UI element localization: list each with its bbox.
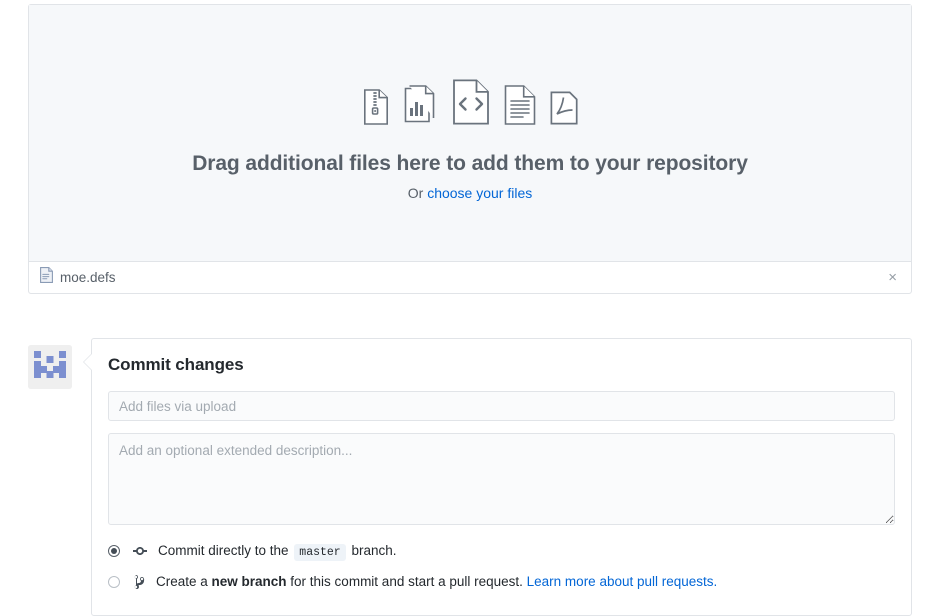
- commit-changes-area: Commit changes Commit directly to the ma…: [28, 338, 912, 616]
- uploaded-file-name: moe.defs: [60, 270, 116, 286]
- git-branch-icon: [132, 572, 146, 592]
- commit-target-options: Commit directly to the master branch. Cr…: [108, 541, 895, 592]
- dropzone-title: Drag additional files here to add them t…: [192, 152, 748, 175]
- commit-panel: Commit changes Commit directly to the ma…: [83, 338, 912, 616]
- remove-file-icon[interactable]: ×: [884, 267, 901, 288]
- branch-name-badge: master: [294, 544, 346, 561]
- create-branch-text-after: for this commit and start a pull request…: [286, 574, 527, 589]
- text-file-icon: [504, 85, 536, 125]
- option-create-branch-label: Create a new branch for this commit and …: [156, 572, 895, 592]
- chart-file-icon: [404, 85, 438, 125]
- pull-requests-learn-more-link[interactable]: Learn more about pull requests.: [527, 574, 718, 589]
- git-commit-icon: [132, 541, 148, 561]
- option-create-branch[interactable]: Create a new branch for this commit and …: [108, 572, 895, 592]
- pdf-file-icon: [550, 91, 578, 125]
- radio-create-branch[interactable]: [108, 576, 120, 588]
- commit-directly-text-after: branch.: [347, 543, 397, 558]
- choose-files-link[interactable]: choose your files: [427, 185, 532, 201]
- radio-commit-directly[interactable]: [108, 545, 120, 557]
- commit-directly-text-before: Commit directly to the: [158, 543, 293, 558]
- commit-description-textarea[interactable]: [108, 433, 895, 525]
- file-icon: [40, 267, 53, 288]
- commit-summary-input[interactable]: [108, 391, 895, 421]
- zip-file-icon: [362, 89, 390, 125]
- uploaded-file-row: moe.defs ×: [29, 262, 911, 294]
- file-dropzone[interactable]: Drag additional files here to add them t…: [29, 5, 911, 263]
- create-branch-text-before: Create a: [156, 574, 212, 589]
- option-commit-directly[interactable]: Commit directly to the master branch.: [108, 541, 895, 563]
- option-commit-directly-label: Commit directly to the master branch.: [158, 541, 895, 563]
- dropzone-or-label: Or: [407, 185, 428, 202]
- file-type-icon-row: [29, 79, 911, 125]
- code-file-icon: [452, 79, 490, 125]
- dropzone-subtitle: Or choose your files: [29, 185, 911, 201]
- create-branch-bold-text: new branch: [211, 574, 287, 589]
- commit-panel-title: Commit changes: [108, 355, 244, 374]
- upload-panel: Drag additional files here to add them t…: [28, 4, 912, 295]
- avatar: [28, 345, 72, 389]
